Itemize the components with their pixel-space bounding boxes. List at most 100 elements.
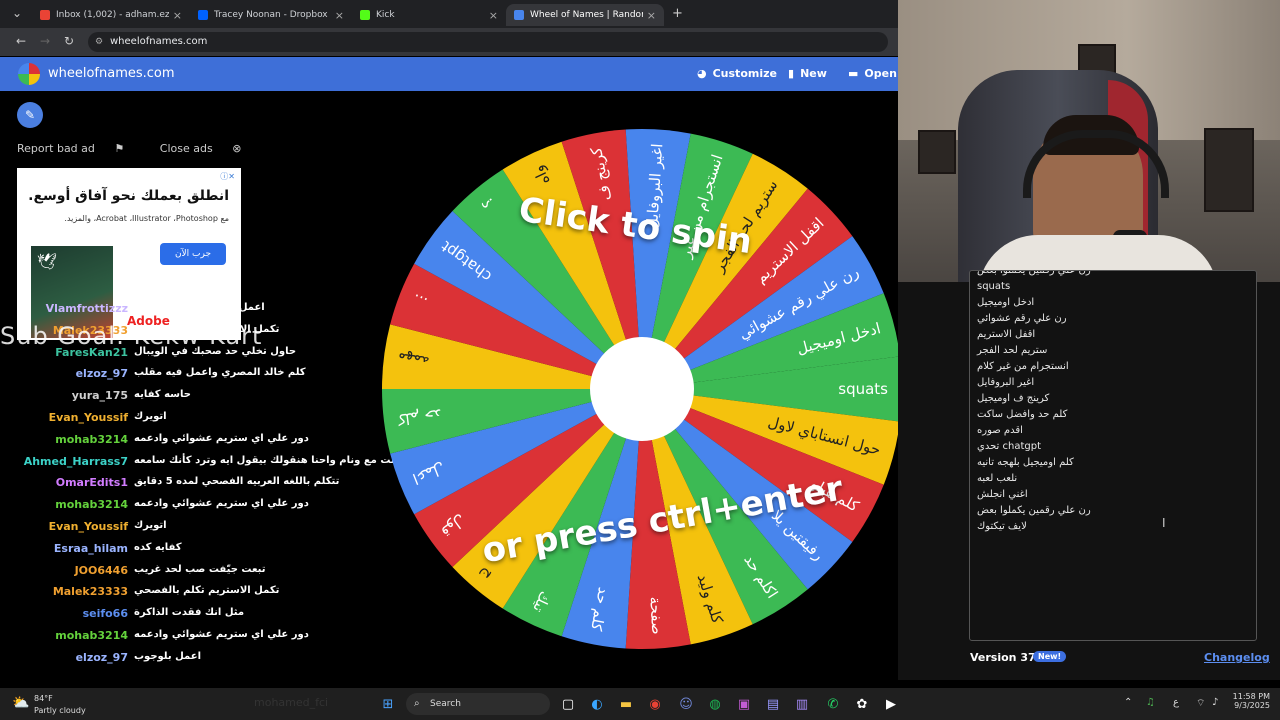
whatsapp-icon[interactable]: ✆	[823, 694, 843, 714]
url-field[interactable]: ⚙ wheelofnames.com	[88, 32, 888, 52]
discord-icon[interactable]: ☺	[676, 694, 696, 714]
tab-search-icon[interactable]: ⌄	[12, 6, 22, 20]
app-icon[interactable]: ▣	[734, 694, 754, 714]
close-icon[interactable]: ×	[173, 9, 182, 22]
chat-username[interactable]: Ahmed_Harrass7	[24, 455, 128, 468]
webcam-feed	[898, 0, 1280, 282]
close-ads-link[interactable]: Close ads ⊗	[160, 142, 258, 155]
ad-subtext: مع Acrobat ،Illustrator ،Photoshop، والم…	[64, 214, 229, 223]
ad-headline: انطلق بعملك نحو آفاق أوسع.	[28, 188, 229, 204]
chat-username[interactable]: Esraa_hilam	[54, 542, 128, 555]
edit-pencil-button[interactable]: ✎	[17, 102, 43, 128]
chat-username[interactable]: Evan_Youssif	[49, 520, 128, 533]
chat-message: JOO6446 تبعت جيّفت صب لحد غريب	[0, 560, 370, 582]
tab-kick[interactable]: Kick ×	[352, 4, 506, 26]
chat-text: اعمل بلوجوب	[134, 650, 202, 662]
entry-line: رن علي رقم عشوائي	[977, 313, 1067, 324]
tab-gmail[interactable]: Inbox (1,002) - adham.ezzeldin ×	[32, 4, 190, 26]
media-player-icon[interactable]: ▶	[881, 694, 901, 714]
microphone-icon[interactable]: ♫	[1146, 697, 1155, 708]
close-icon[interactable]: ×	[647, 9, 656, 22]
close-icon[interactable]: ×	[489, 9, 498, 22]
partly-cloudy-icon: ⛅	[12, 695, 30, 711]
premiere-icon[interactable]: ▥	[792, 694, 812, 714]
address-bar-row: ← → ↻ ⚙ wheelofnames.com	[0, 28, 898, 56]
new-tab-button[interactable]: +	[672, 6, 683, 21]
site-info-icon[interactable]: ⚙	[95, 32, 103, 52]
file-explorer-icon[interactable]: ▬	[616, 694, 636, 714]
ad-links: Report bad ad ⚑ Close ads ⊗	[17, 142, 273, 155]
entry-line: اقفل الاستريم	[977, 329, 1036, 340]
language-indicator[interactable]: ع	[1173, 697, 1179, 708]
new-label: New	[800, 67, 827, 80]
entry-line: نلعب لعبه	[977, 473, 1018, 484]
wheel-hub[interactable]	[590, 337, 694, 441]
chevron-up-icon[interactable]: ⌃	[1124, 697, 1132, 708]
chat-message: Esraa_hilam كفايه كده	[0, 538, 370, 560]
palette-icon: ◕	[697, 67, 707, 80]
reload-icon[interactable]: ↻	[64, 34, 74, 48]
new-button[interactable]: ▮ New	[788, 67, 827, 80]
clock-date: 9/3/2025	[1234, 701, 1270, 710]
taskbar-search[interactable]: ⌕ Search	[406, 693, 550, 715]
system-clock[interactable]: 11:58 PM 9/3/2025	[1228, 692, 1270, 710]
search-icon: ⌕	[414, 698, 420, 709]
chat-message: mohab3214 دور علي اي ستريم عشوائي وادعمه	[0, 625, 370, 647]
gmail-icon	[40, 10, 50, 20]
windows-start-icon[interactable]: ⊞	[378, 694, 398, 714]
chrome-icon[interactable]: ◉	[645, 694, 665, 714]
chat-username[interactable]: elzoz_97	[76, 367, 128, 380]
chat-message: mohab3214 دور علي اي ستريم عشوائي وادعمه	[0, 429, 370, 451]
open-button[interactable]: ▬ Open	[848, 67, 897, 80]
close-icon[interactable]: ×	[335, 9, 344, 22]
bird-icon: 🕊	[37, 252, 58, 271]
tab-dropbox[interactable]: Tracey Noonan - Dropbox ×	[190, 4, 352, 26]
close-circle-icon: ⊗	[232, 142, 242, 155]
wheel-of-names[interactable]: squatsحول انستاباي لاولكلم هيلورفيقتين ي…	[380, 127, 904, 651]
wheel-logo-icon[interactable]	[18, 63, 40, 85]
chat-username[interactable]: Malek23333	[53, 585, 128, 598]
chat-username[interactable]: JOO6446	[75, 564, 128, 577]
forward-icon[interactable]: →	[40, 34, 50, 48]
entry-line: ستريم لحد الفجر	[977, 345, 1048, 356]
chat-message: elzoz_97 كلم خالد المصري واعمل فيه مقلب	[0, 363, 370, 385]
entry-line: كلم حد وافضل ساكت	[977, 409, 1068, 420]
chat-text: تكمل الاستريم تكلم بالفصحي	[134, 585, 280, 597]
spotify-icon[interactable]: ◍	[705, 694, 725, 714]
chat-text: تتكلم باللغه العربيه الفصحي لمده 5 دقايق	[134, 476, 340, 488]
chat-username[interactable]: OmarEdits1	[56, 476, 128, 489]
chat-username[interactable]: mohab3214	[55, 433, 128, 446]
report-bad-ad-link[interactable]: Report bad ad ⚑	[17, 142, 140, 155]
customize-button[interactable]: ◕ Customize	[697, 67, 777, 80]
wheel-icon	[514, 10, 524, 20]
chat-username[interactable]: Vlamfrottizzz	[46, 302, 128, 315]
ad-cta-button[interactable]: جرب الآن	[160, 243, 226, 265]
pencil-icon: ✎	[24, 108, 36, 122]
chat-text: دور علي اي ستريم عشوائي وادعمه	[134, 629, 309, 640]
volume-icon[interactable]: ♪	[1212, 697, 1218, 708]
entry-line: تحدي chatgpt	[977, 441, 1042, 452]
task-view-icon[interactable]: ▢	[558, 694, 578, 714]
chat-message: Evan_Youssif اتويرك	[0, 516, 370, 538]
entry-line: لايف تيكتوك	[977, 521, 1027, 532]
close-ads-label: Close ads	[159, 142, 213, 155]
site-name[interactable]: wheelofnames.com	[48, 66, 175, 81]
wheel-segment-label: squats	[838, 380, 888, 398]
ad-info-icon[interactable]: ⓘ✕	[220, 171, 235, 182]
changelog-link[interactable]: Changelog	[1204, 651, 1270, 664]
app-icon[interactable]: ▤	[763, 694, 783, 714]
wifi-icon[interactable]: ⌔	[1196, 697, 1205, 710]
text-cursor-icon: I	[1162, 516, 1166, 530]
chat-username[interactable]: mohab3214	[55, 629, 128, 642]
edge-icon[interactable]: ◐	[587, 694, 607, 714]
back-icon[interactable]: ←	[16, 34, 26, 48]
chat-username[interactable]: yura_175	[72, 389, 128, 402]
chat-username[interactable]: Evan_Youssif	[49, 411, 128, 424]
chat-text: كلم خالد المصري واعمل فيه مقلب	[134, 367, 306, 379]
entries-textarea[interactable]: رن علي رقمين يكملوا بعض squats ادخل اوميجي…	[969, 270, 1257, 641]
chat-username[interactable]: seifo66	[83, 607, 128, 620]
chat-username[interactable]: elzoz_97	[76, 651, 128, 664]
tab-wheel-of-names[interactable]: Wheel of Names | Random nam ×	[506, 4, 664, 26]
chat-username[interactable]: mohab3214	[55, 498, 128, 511]
app-icon[interactable]: ✿	[852, 694, 872, 714]
